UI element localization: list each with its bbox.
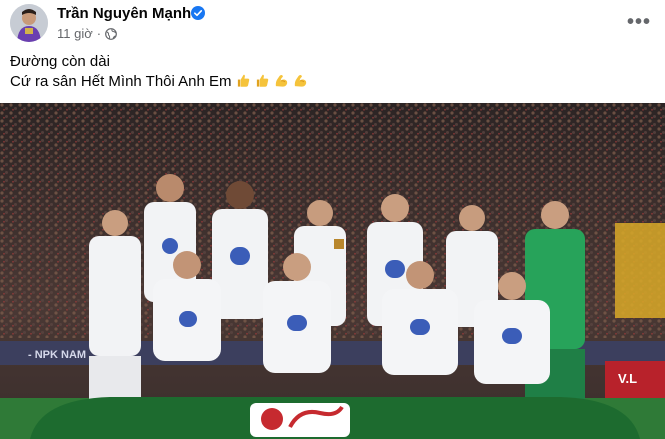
globe-icon[interactable] [105, 27, 117, 40]
thumbs-up-icon [256, 74, 269, 87]
team-photo: - NPK NAM V.L [0, 103, 665, 439]
ad-board-text: - NPK NAM [28, 349, 86, 361]
post-text: Đường còn dài Cứ ra sân Hết Mình Thôi An… [10, 52, 308, 92]
post-meta: 11 giờ · [57, 26, 117, 41]
post-text-line-2: Cứ ra sân Hết Mình Thôi Anh Em [10, 72, 308, 92]
author-name[interactable]: Trần Nguyên Mạnh [57, 5, 191, 22]
author-avatar[interactable] [10, 4, 48, 42]
post-photo[interactable]: - NPK NAM V.L [0, 103, 665, 439]
more-options-icon: ••• [626, 11, 651, 33]
verified-badge-icon [191, 6, 205, 20]
post-timestamp[interactable]: 11 giờ [57, 26, 93, 41]
post-header: Trần Nguyên Mạnh 11 giờ · ••• [0, 0, 665, 48]
post-text-line-2-text: Cứ ra sân Hết Mình Thôi Anh Em [10, 73, 232, 90]
more-options-button[interactable]: ••• [624, 8, 654, 36]
sponsor-board-text: V.L [618, 371, 637, 386]
meta-separator: · [96, 26, 102, 41]
thumbs-up-icon [237, 74, 249, 87]
flexed-biceps-icon [295, 74, 307, 87]
post-text-line-1: Đường còn dài [10, 53, 110, 70]
flexed-biceps-icon [275, 74, 288, 87]
